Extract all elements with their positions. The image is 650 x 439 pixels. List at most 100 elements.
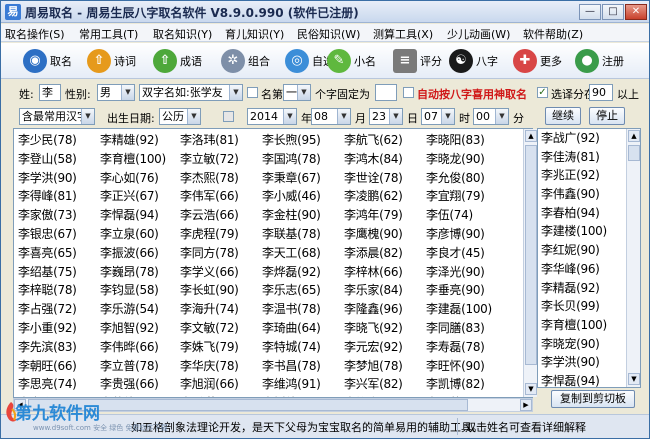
calendar-select[interactable]: 公历 ▼ [159,108,201,125]
menu-item[interactable]: 软件帮助(Z) [523,26,583,42]
favorite-name[interactable]: 李佳涛(81) [538,148,640,167]
favorite-name[interactable]: 李晓宠(90) [538,335,640,354]
name-cell[interactable]: 李心如(76) [100,169,182,188]
name-cell[interactable]: 李彦博(90) [426,225,508,244]
continue-button[interactable]: 继续 [545,107,581,125]
name-cell[interactable]: 李精雄(92) [100,131,182,150]
name-cell[interactable]: 李秉章(67) [262,169,344,188]
fix-char-checkbox[interactable] [247,87,258,98]
name-cell[interactable]: 李育檀(100) [100,150,182,169]
name-cell[interactable]: 李虎程(79) [180,225,262,244]
minute-select[interactable]: 00 ▼ [473,108,509,125]
name-cell[interactable]: 李登山(58) [18,150,100,169]
name-cell[interactable]: 李隆鑫(96) [344,300,426,319]
name-cell[interactable]: 李晓阳(83) [426,131,508,150]
name-cell[interactable]: 李占强(72) [18,300,100,319]
name-cell[interactable]: 李旭润(66) [180,375,262,394]
name-cell[interactable]: 李晓龙(90) [426,150,508,169]
name-cell[interactable]: 李乐志(65) [262,281,344,300]
favorite-name[interactable]: 李育檀(100) [538,316,640,335]
name-cell[interactable]: 李杰熙(78) [180,169,262,188]
date-checkbox[interactable] [223,111,234,122]
name-cell[interactable]: 李航飞(62) [344,131,426,150]
surname-input[interactable]: 李 [39,84,61,101]
name-cell[interactable]: 李悍磊(94) [100,206,182,225]
menu-item[interactable]: 育儿知识(Y) [225,26,284,42]
name-cell[interactable]: 李立敏(72) [180,150,262,169]
name-cell[interactable]: 李世诠(78) [344,169,426,188]
toolbar-button-nickname[interactable]: ✎ 小名 [327,47,376,75]
day-select[interactable]: 23 ▼ [369,108,403,125]
name-cell[interactable]: 李少民(78) [18,131,100,150]
name-cell[interactable]: 李晓飞(92) [344,319,426,338]
name-cell[interactable]: 李华庆(78) [180,357,262,376]
menu-item[interactable]: 常用工具(T) [79,26,138,42]
name-cell[interactable]: 李洛玮(81) [180,131,262,150]
auto-bazi-checkbox[interactable] [403,87,414,98]
menu-item[interactable]: 取名操作(S) [5,26,65,42]
score-input[interactable]: 90 [589,84,613,101]
favorite-name[interactable]: 李战广(92) [538,129,640,148]
copy-to-clipboard-button[interactable]: 复制到剪切板 [551,390,635,408]
fixed-char-input[interactable] [375,84,397,101]
name-cell[interactable]: 李姝飞(79) [180,338,262,357]
favorite-name[interactable]: 李学洪(90) [538,353,640,372]
favorite-name[interactable]: 李华峰(96) [538,260,640,279]
toolbar-button-bazi[interactable]: ☯ 八字 [449,47,498,75]
name-cell[interactable]: 李立泉(60) [100,225,182,244]
name-cell[interactable]: 李宜翔(79) [426,187,508,206]
toolbar-button-name[interactable]: ◉ 取名 [23,47,72,75]
name-cell[interactable]: 李允俊(80) [426,169,508,188]
stop-button[interactable]: 停止 [589,107,625,125]
menu-item[interactable]: 民俗知识(W) [297,26,360,42]
name-cell[interactable]: 李书昌(78) [262,357,344,376]
name-cell[interactable]: 李国鸿(78) [262,150,344,169]
name-cell[interactable]: 李正兴(67) [100,187,182,206]
name-cell[interactable]: 李兴军(82) [344,375,426,394]
name-cell[interactable]: 李建磊(100) [426,300,508,319]
maximize-button[interactable]: □ [602,4,624,20]
name-cell[interactable]: 李银忠(67) [18,225,100,244]
name-cell[interactable]: 李贵强(66) [100,375,182,394]
name-cell[interactable]: 李泽光(90) [426,263,508,282]
name-cell[interactable]: 李元宏(92) [344,338,426,357]
favorite-name[interactable]: 李伟鑫(90) [538,185,640,204]
name-cell[interactable]: 李梓聪(78) [18,281,100,300]
name-cell[interactable]: 李学洪(90) [18,169,100,188]
name-cell[interactable]: 李寿磊(78) [426,338,508,357]
name-cell[interactable]: 李维鸿(91) [262,375,344,394]
scroll-thumb[interactable] [525,145,537,365]
name-cell[interactable]: 李先滨(83) [18,338,100,357]
favorite-name[interactable]: 李红妮(90) [538,241,640,260]
toolbar-button-register[interactable]: ● 注册 [575,47,624,75]
favorite-name[interactable]: 李春柏(94) [538,204,640,223]
toolbar-button-more[interactable]: ✚ 更多 [513,47,562,75]
favorite-name[interactable]: 李悍磊(94) [538,372,640,387]
name-cell[interactable]: 李琦曲(64) [262,319,344,338]
scroll-right-icon[interactable]: ▶ [520,399,532,411]
favorite-name[interactable]: 李精磊(92) [538,279,640,298]
scroll-up-icon[interactable]: ▲ [525,130,537,142]
name-cell[interactable]: 李文敏(72) [180,319,262,338]
name-cell[interactable]: 李振波(66) [100,244,182,263]
name-cell[interactable]: 李联基(78) [262,225,344,244]
name-cell[interactable]: 李良才(45) [426,244,508,263]
name-cell[interactable]: 李海升(74) [180,300,262,319]
name-cell[interactable]: 李特城(74) [262,338,344,357]
name-cell[interactable]: 李垂亮(90) [426,281,508,300]
toolbar-button-idiom[interactable]: ⇧ 成语 [153,47,202,75]
name-cell[interactable]: 李小威(46) [262,187,344,206]
name-cell[interactable]: 李烨磊(92) [262,263,344,282]
name-cell[interactable]: 李云浩(66) [180,206,262,225]
name-cell[interactable]: 李同方(78) [180,244,262,263]
scroll-up-icon[interactable]: ▲ [628,130,640,142]
name-cell[interactable]: 李鸿年(79) [344,206,426,225]
hour-select[interactable]: 07 ▼ [421,108,455,125]
name-cell[interactable]: 李伟军(66) [180,187,262,206]
favorite-name[interactable]: 李建楼(100) [538,222,640,241]
name-cell[interactable]: 李小重(92) [18,319,100,338]
gender-select[interactable]: 男 ▼ [97,84,135,101]
name-cell[interactable]: 李梓林(66) [344,263,426,282]
score-filter-checkbox[interactable]: ✓ [537,87,548,98]
name-cell[interactable]: 李立普(78) [100,357,182,376]
